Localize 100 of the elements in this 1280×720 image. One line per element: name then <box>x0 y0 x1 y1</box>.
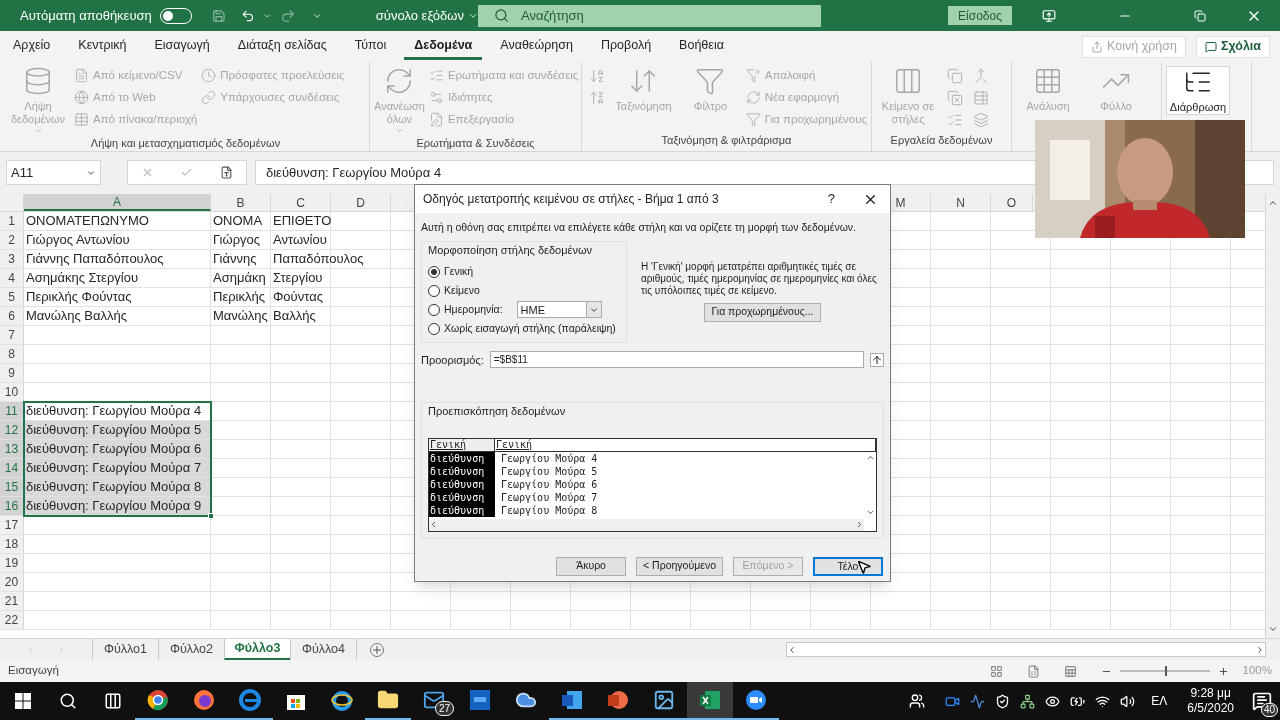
row-header[interactable]: 5 <box>0 288 24 306</box>
dialog-title: Οδηγός μετατροπής κειμένου σε στήλες - Βήμα 1 από 3 <box>423 191 719 208</box>
row-header[interactable]: 18 <box>0 535 24 553</box>
fill-handle[interactable] <box>208 513 214 519</box>
row-header[interactable]: 4 <box>0 269 24 287</box>
radio-label[interactable]: Κείμενο <box>444 282 480 299</box>
radio-button[interactable] <box>428 284 440 297</box>
row-header[interactable]: 19 <box>0 554 24 572</box>
video-camera-icon <box>745 689 767 711</box>
row-header[interactable]: 11 <box>0 402 24 420</box>
scroll-left-icon[interactable] <box>429 520 438 530</box>
preview-box[interactable]: Γενική Γενική διεύθυνση Γεωργίου Μούρα 4 διεύθυνση Γεωργίου Μούρα 5 διεύθυνση Γεωργίου Μούρα 6 διεύθυνση Γεωργίου Μούρα 7 διεύθυνση Γεωργίου Μούρα 8 <box>428 437 877 532</box>
dialog-button[interactable]: Τέλο <box>813 556 883 576</box>
scroll-right-icon[interactable] <box>855 520 864 530</box>
column-header[interactable]: N <box>931 194 991 211</box>
pulse-icon[interactable] <box>970 693 986 709</box>
advanced-button[interactable]: Για προχωρημένους... <box>704 302 821 322</box>
page-break-icon[interactable] <box>1063 664 1077 678</box>
cell-text: ΟΝΟΜΑ <box>213 212 263 230</box>
ribbon-tab[interactable]: Βοήθεια <box>669 33 734 60</box>
ribbon-tab[interactable]: Προβολή <box>590 33 662 60</box>
row-header[interactable]: 2 <box>0 231 24 249</box>
globe-icon <box>74 90 89 105</box>
column-header[interactable]: A <box>24 194 211 211</box>
slides-app-icon <box>607 689 629 711</box>
shield-icon[interactable] <box>995 693 1011 709</box>
volume-icon[interactable] <box>1120 693 1136 709</box>
file-name[interactable]: σύνολο εξόδων <box>375 5 478 26</box>
zoom-thumb[interactable] <box>1164 666 1167 676</box>
network-icon[interactable] <box>1020 693 1036 709</box>
row-header[interactable]: 8 <box>0 345 24 363</box>
clear-filter-icon <box>745 68 761 83</box>
restore-icon[interactable] <box>1194 9 1206 22</box>
row-header[interactable]: 12 <box>0 421 24 439</box>
search-field[interactable]: Αναζήτηση <box>478 4 821 27</box>
row-header[interactable]: 17 <box>0 516 24 534</box>
row-header[interactable]: 22 <box>0 611 24 629</box>
sheet-tab[interactable]: Φύλλο3 <box>224 639 290 660</box>
collapse-dialog-icon[interactable] <box>870 352 884 367</box>
search-icon[interactable] <box>58 692 77 710</box>
start-icon[interactable] <box>14 693 31 709</box>
ribbon-tab[interactable]: Αναθεώρηση <box>490 33 583 60</box>
column-header[interactable]: O <box>991 194 1033 211</box>
ribbon-tab[interactable]: Εισαγωγή <box>144 33 220 60</box>
radio-label[interactable]: Ημερομηνία: <box>444 301 503 318</box>
normal-view-icon[interactable] <box>989 664 1003 678</box>
row-header[interactable]: 10 <box>0 383 24 401</box>
help-button[interactable]: ? <box>827 189 835 209</box>
ribbon-tab[interactable]: Αρχείο <box>3 33 61 60</box>
browser-icon <box>331 689 353 711</box>
row-header[interactable]: 1 <box>0 212 24 230</box>
column-header[interactable]: D <box>331 194 391 211</box>
taskbar-app[interactable]: 27 <box>411 682 457 720</box>
horizontal-scrollbar[interactable] <box>786 642 1266 657</box>
row-header[interactable]: 16 <box>0 497 24 515</box>
app-icon <box>469 689 491 711</box>
comments-button[interactable]: Σχόλια <box>1196 35 1270 58</box>
preview-column-header[interactable]: Γενική <box>495 438 876 451</box>
ribbon-button[interactable]: Διάρθρωση <box>1166 66 1230 115</box>
row-header[interactable]: 9 <box>0 364 24 382</box>
scroll-up-icon[interactable] <box>1268 198 1278 208</box>
eye-icon[interactable] <box>1045 693 1061 709</box>
date-format-select[interactable]: ΗΜΕ <box>516 301 602 319</box>
task-view-icon[interactable] <box>103 692 122 710</box>
ribbon-tab[interactable]: Κεντρική <box>68 33 137 60</box>
row-header[interactable]: 13 <box>0 440 24 458</box>
destination-field[interactable]: =$B$11 <box>489 351 864 369</box>
ribbon-tab[interactable]: Δεδομένα <box>404 33 483 60</box>
radio-label[interactable]: Χωρίς εισαγωγή στήλης (παράλειψη) <box>444 320 616 337</box>
language-indicator[interactable]: ΕΛ <box>1151 692 1168 710</box>
radio-button[interactable] <box>428 303 440 316</box>
row-header[interactable]: 6 <box>0 307 24 325</box>
name-box[interactable]: A11 <box>6 160 101 185</box>
ribbon-tab[interactable]: Τύποι <box>344 33 397 60</box>
dialog-button[interactable]: < Προηγούμενο <box>636 556 723 576</box>
database-icon <box>23 66 53 96</box>
zoom-in-icon[interactable] <box>1217 665 1229 677</box>
page-layout-icon[interactable] <box>1026 664 1040 678</box>
row-header[interactable]: 14 <box>0 459 24 477</box>
preview-cell-text: Γεωργίου Μούρα 7 <box>500 490 598 504</box>
radio-label[interactable]: Γενική <box>444 263 474 280</box>
scroll-down-icon[interactable] <box>1268 624 1278 634</box>
wifi-icon[interactable] <box>1095 693 1111 709</box>
preview-column-header[interactable]: Γενική <box>429 438 495 451</box>
radio-button[interactable] <box>428 265 440 278</box>
people-icon[interactable] <box>909 693 926 709</box>
ribbon-tab[interactable]: Διάταξη σελίδας <box>227 33 337 60</box>
radio-button[interactable] <box>428 322 440 335</box>
column-header[interactable]: B <box>211 194 271 211</box>
row-header[interactable]: 20 <box>0 573 24 591</box>
ribbon-display-icon[interactable] <box>1042 8 1056 23</box>
merge-icon <box>973 67 989 84</box>
sign-in-button[interactable]: Είσοδος <box>948 6 1012 25</box>
dialog-button[interactable]: Άκυρο <box>556 556 627 576</box>
preview-cell-text: Γεωργίου Μούρα 4 <box>500 451 598 465</box>
row-header[interactable]: 7 <box>0 326 24 344</box>
row-header[interactable]: 15 <box>0 478 24 496</box>
row-header[interactable]: 21 <box>0 592 24 610</box>
row-header[interactable]: 3 <box>0 250 24 268</box>
column-header[interactable]: C <box>271 194 331 211</box>
